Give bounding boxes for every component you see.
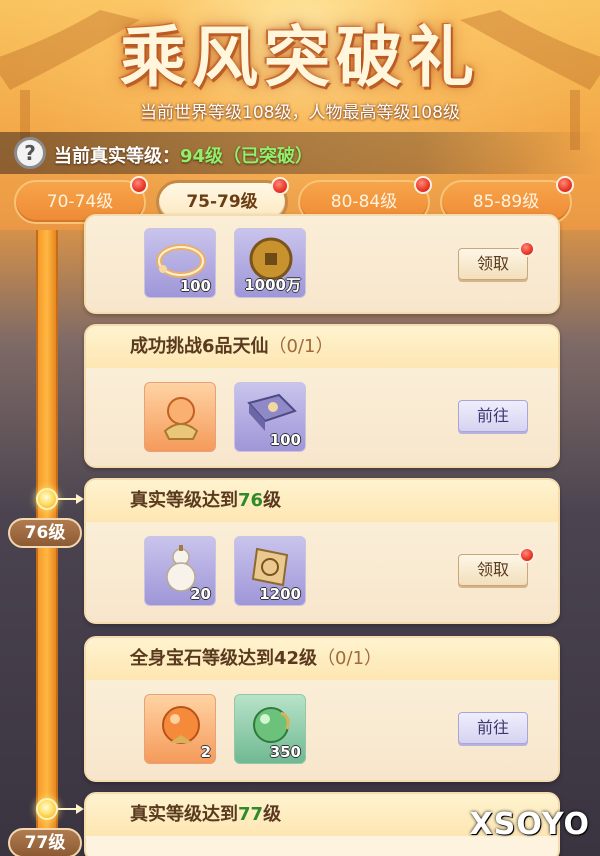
tab-label: 75-79级 xyxy=(186,192,258,212)
reward-item[interactable]: 100 xyxy=(144,228,216,298)
reward-row: 2 350 前往 xyxy=(86,680,558,780)
real-level-value: 94级（已突破） xyxy=(180,146,314,167)
task-title-level: 77 xyxy=(238,804,264,825)
task-card: 100 1000万 领取 xyxy=(84,214,560,314)
timeline-node xyxy=(36,798,58,820)
timeline-arrow-icon xyxy=(76,804,84,814)
task-progress: （0/1） xyxy=(317,648,383,669)
reward-row: 100 1000万 领取 xyxy=(86,216,558,312)
claim-button-label: 领取 xyxy=(476,254,509,273)
reward-item[interactable]: 1200 xyxy=(234,536,306,606)
task-title-level: 76 xyxy=(238,490,264,511)
reward-item[interactable]: 100 xyxy=(234,382,306,452)
claim-button-label: 领取 xyxy=(476,560,509,579)
item-quantity: 1000万 xyxy=(244,276,301,294)
level-tag-77: 77级 xyxy=(8,828,82,856)
task-card: 全身宝石等级达到42级（0/1） 2 350 前往 xyxy=(84,636,560,782)
tab-label: 85-89级 xyxy=(472,192,540,212)
task-title-suffix: 级 xyxy=(263,490,282,511)
goto-button-label: 前往 xyxy=(476,718,509,737)
reward-item[interactable]: 1000万 xyxy=(234,228,306,298)
watermark-logo: XSOYO xyxy=(469,807,590,842)
task-title-text: 真实等级达到 xyxy=(130,490,238,511)
notification-dot xyxy=(271,177,289,195)
task-title-text: 成功挑战6品天仙 xyxy=(130,336,269,357)
task-card: 真实等级达到76级 20 1200 领取 xyxy=(84,478,560,624)
goto-button-label: 前往 xyxy=(476,406,509,425)
reward-row: 20 1200 领取 xyxy=(86,522,558,622)
world-level-text: 当前世界等级108级，人物最高等级108级 xyxy=(140,103,460,123)
reward-item[interactable]: 2 xyxy=(144,694,216,764)
notification-dot xyxy=(130,176,148,194)
orb-pouch-icon xyxy=(163,397,199,440)
goto-button[interactable]: 前往 xyxy=(458,712,528,744)
task-title-suffix: 级 xyxy=(263,804,282,825)
task-title: 真实等级达到76级 xyxy=(86,480,558,522)
notification-dot xyxy=(556,176,574,194)
level-tag-76: 76级 xyxy=(8,518,82,548)
task-title: 全身宝石等级达到42级（0/1） xyxy=(86,638,558,680)
real-level-text: 当前真实等级：94级（已突破） xyxy=(54,142,313,168)
real-level-label: 当前真实等级： xyxy=(54,146,180,167)
reward-item[interactable]: 20 xyxy=(144,536,216,606)
timeline-arrow-icon xyxy=(76,494,84,504)
tab-label: 70-74级 xyxy=(46,192,114,212)
reward-item[interactable] xyxy=(144,382,216,452)
task-title-text: 全身宝石等级达到42级 xyxy=(130,648,318,669)
notification-dot xyxy=(414,176,432,194)
reward-row: 100 前往 xyxy=(86,368,558,466)
help-icon[interactable]: ? xyxy=(14,137,46,169)
reward-item[interactable]: 350 xyxy=(234,694,306,764)
item-quantity: 1200 xyxy=(259,585,301,603)
task-card: 成功挑战6品天仙（0/1） 100 前往 xyxy=(84,324,560,468)
event-title: 乘风突破礼 xyxy=(120,18,480,96)
item-quantity: 100 xyxy=(179,277,211,295)
event-panel: 乘风突破礼 当前世界等级108级，人物最高等级108级 ? 当前真实等级：94级… xyxy=(0,0,600,856)
timeline-node xyxy=(36,488,58,510)
notification-dot xyxy=(519,547,535,563)
item-quantity: 2 xyxy=(200,743,211,761)
claim-button[interactable]: 领取 xyxy=(458,547,535,586)
item-quantity: 20 xyxy=(190,585,211,603)
notification-dot xyxy=(519,241,535,257)
tab-label: 80-84级 xyxy=(330,192,398,212)
task-progress: （0/1） xyxy=(268,336,334,357)
item-quantity: 350 xyxy=(269,743,301,761)
item-quantity: 100 xyxy=(269,431,301,449)
task-title: 成功挑战6品天仙（0/1） xyxy=(86,326,558,368)
goto-button[interactable]: 前往 xyxy=(458,400,528,432)
task-title-text: 真实等级达到 xyxy=(130,804,238,825)
claim-button[interactable]: 领取 xyxy=(458,241,535,280)
